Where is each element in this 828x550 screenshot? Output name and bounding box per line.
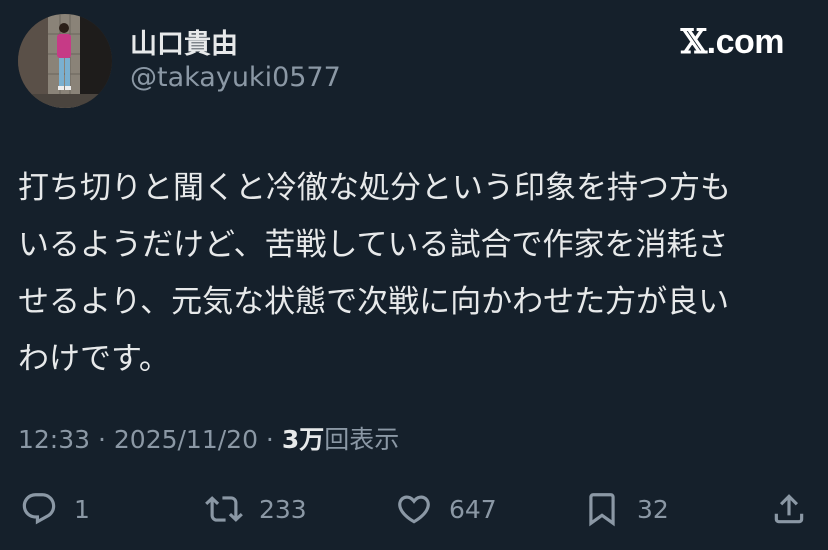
brand-domain: .com [706,23,785,61]
meta-separator: · [257,425,282,454]
x-mark-icon: 𝕏 [680,22,707,62]
reply-count: 1 [74,494,90,524]
tweet-line: せるより、元気な状態で次戦に向かわせた方が良い [18,284,730,320]
share-icon [774,494,804,524]
tweet-time[interactable]: 12:33 [18,425,90,454]
heart-icon [398,495,430,524]
share-button[interactable] [770,484,808,534]
avatar[interactable] [18,14,112,108]
tweet-meta: 12:33 · 2025/11/20 · 3万回表示 [18,420,399,456]
meta-separator: · [90,425,114,454]
tweet-text: 打ち切りと聞くと冷徹な処分という印象を持つ方も いるようだけど、苦戦している試合… [18,160,798,388]
tweet-line: 打ち切りと聞くと冷徹な処分という印象を持つ方も [18,170,731,206]
reply-icon [22,493,56,525]
bookmark-count: 32 [637,494,669,524]
author-handle[interactable]: @takayuki0577 [130,62,341,93]
tweet-line: いるようだけど、苦戦している試合で作家を消耗さ [18,227,729,263]
retweet-count: 233 [259,494,307,524]
reply-button[interactable]: 1 [20,484,90,534]
bookmark-button[interactable]: 32 [583,484,669,534]
x-logo: 𝕏.com [680,22,785,62]
retweet-button[interactable]: 233 [205,484,307,534]
views-count: 3万 [281,425,325,454]
views-label: 回表示 [324,425,400,454]
like-button[interactable]: 647 [395,484,497,534]
avatar-photo [18,14,112,108]
like-count: 647 [449,494,497,524]
retweet-icon [205,496,243,522]
tweet-line: わけです。 [18,341,170,377]
author-name[interactable]: 山口貴由 [130,22,238,61]
bookmark-icon [589,493,615,527]
action-bar: 1 233 647 32 [0,484,828,534]
tweet-date[interactable]: 2025/11/20 [114,425,258,454]
